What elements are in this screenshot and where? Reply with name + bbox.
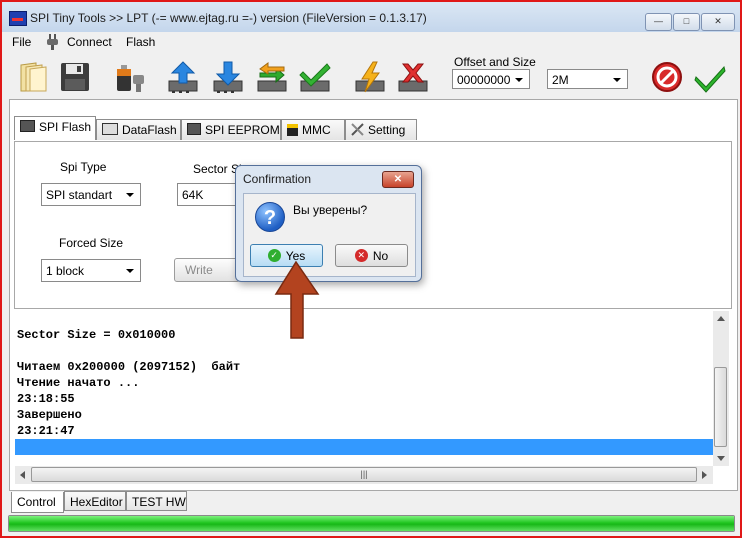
close-icon: ✕	[714, 16, 722, 26]
tab-test-hw[interactable]: TEST HW	[126, 491, 187, 511]
log-line-selected	[15, 439, 713, 455]
size-value: 2M	[552, 73, 569, 87]
log-line: 23:18:55	[17, 392, 75, 406]
compare-icon[interactable]	[256, 61, 288, 93]
scroll-left-icon[interactable]	[20, 471, 25, 479]
tab-spi-flash-label: SPI Flash	[39, 120, 92, 134]
upload-icon[interactable]	[167, 61, 199, 93]
spi-type-label: Spi Type	[60, 160, 107, 174]
tab-hexeditor[interactable]: HexEditor	[64, 491, 126, 511]
open-file-icon[interactable]	[17, 61, 49, 93]
offset-value: 00000000	[457, 73, 511, 87]
cancel-icon: ✕	[354, 249, 368, 262]
maximize-icon: □	[683, 16, 690, 26]
battery-plug-icon[interactable]	[114, 61, 146, 93]
tab-dataflash-label: DataFlash	[122, 123, 177, 137]
erase-icon[interactable]	[397, 61, 429, 93]
memory-card-icon	[287, 124, 298, 136]
tab-control[interactable]: Control	[11, 492, 64, 513]
chip-icon	[20, 120, 35, 132]
maximize-button[interactable]: □	[673, 13, 700, 31]
forced-size-value: 1 block	[46, 264, 85, 278]
log-line: Чтение начато ...	[17, 376, 140, 390]
minimize-button[interactable]: —	[645, 13, 672, 31]
dataflash-icon	[102, 123, 118, 135]
scroll-grip: |||	[360, 469, 368, 479]
sector-size-value: 64K	[182, 188, 204, 202]
size-select[interactable]: 2M	[547, 69, 628, 89]
tab-dataflash[interactable]: DataFlash	[96, 119, 181, 140]
scroll-right-icon[interactable]	[702, 471, 707, 479]
window-title: SPI Tiny Tools >> LPT (-= www.ejtag.ru =…	[30, 11, 427, 25]
log-line: 23:21:47	[17, 424, 75, 438]
scroll-thumb[interactable]: |||	[31, 467, 697, 482]
close-window-button[interactable]: ✕	[701, 13, 735, 31]
save-icon[interactable]	[59, 61, 91, 93]
app-icon	[9, 11, 27, 26]
verify-icon[interactable]	[299, 61, 331, 93]
progress-bar	[8, 515, 735, 532]
menu-file[interactable]: File	[12, 35, 31, 49]
confirmation-dialog: Confirmation ✕ ? Вы уверены? ✓ Yes ✕ No	[235, 165, 422, 282]
download-icon[interactable]	[212, 61, 244, 93]
toolbar: Offset and Size 00000000 2M	[2, 54, 740, 98]
annotation-arrow-icon	[274, 260, 320, 339]
log-output[interactable]: Sector Size = 0x010000 Читаем 0x200000 (…	[15, 311, 713, 466]
forced-size-select[interactable]: 1 block	[41, 259, 141, 282]
log-horizontal-scrollbar[interactable]: |||	[15, 466, 713, 484]
ok-icon[interactable]	[694, 61, 726, 93]
write-sector-button[interactable]: Write Secu	[174, 258, 240, 282]
title-bar: SPI Tiny Tools >> LPT (-= www.ejtag.ru =…	[2, 2, 740, 32]
tab-spi-flash[interactable]: SPI Flash	[14, 116, 96, 140]
chevron-down-icon	[126, 193, 134, 197]
log-vertical-scrollbar[interactable]	[713, 311, 729, 466]
menu-flash[interactable]: Flash	[126, 35, 155, 49]
tab-mmc-label: MMC	[302, 123, 331, 137]
sector-size-select[interactable]: 64K	[177, 183, 239, 206]
menu-bar: File Connect Flash	[2, 32, 740, 54]
question-icon: ?	[255, 202, 285, 232]
scroll-thumb[interactable]	[714, 367, 727, 447]
write-sector-label: Write Secu	[185, 263, 213, 277]
tab-setting-label: Setting	[368, 123, 406, 137]
tab-setting[interactable]: Setting	[345, 119, 417, 140]
chevron-down-icon	[613, 78, 621, 82]
close-icon: ✕	[393, 174, 403, 185]
minimize-icon: —	[654, 16, 663, 26]
no-label: No	[372, 248, 389, 263]
tab-spi-eeprom[interactable]: SPI EEPROM	[181, 119, 281, 140]
stop-icon[interactable]	[651, 61, 683, 93]
no-button[interactable]: ✕ No	[335, 244, 408, 267]
plug-icon	[46, 34, 59, 53]
tab-mmc[interactable]: MMC	[281, 119, 345, 140]
spi-type-value: SPI standart	[46, 188, 113, 202]
chevron-down-icon	[126, 269, 134, 273]
log-line: Sector Size = 0x010000	[17, 328, 176, 342]
eeprom-icon	[187, 123, 201, 135]
log-line: Завершено	[17, 408, 82, 422]
spi-type-select[interactable]: SPI standart	[41, 183, 141, 206]
scroll-down-icon[interactable]	[717, 456, 725, 461]
dialog-close-button[interactable]: ✕	[382, 171, 414, 188]
log-line: Читаем 0x200000 (2097152) байт	[17, 360, 241, 374]
offset-select[interactable]: 00000000	[452, 69, 530, 89]
chevron-down-icon	[515, 78, 523, 82]
offset-size-label: Offset and Size	[454, 55, 536, 69]
menu-connect[interactable]: Connect	[67, 35, 112, 49]
dialog-title: Confirmation	[243, 172, 312, 186]
tab-spi-eeprom-label: SPI EEPROM	[205, 123, 280, 137]
forced-size-label: Forced Size	[59, 236, 124, 250]
dialog-body: ? Вы уверены? ✓ Yes ✕ No	[243, 193, 416, 277]
tools-icon	[351, 122, 365, 143]
dialog-message: Вы уверены?	[293, 203, 368, 217]
question-glyph: ?	[263, 207, 277, 229]
scroll-up-icon[interactable]	[717, 316, 725, 321]
progress-fill	[9, 516, 734, 531]
lightning-icon[interactable]	[354, 61, 386, 93]
